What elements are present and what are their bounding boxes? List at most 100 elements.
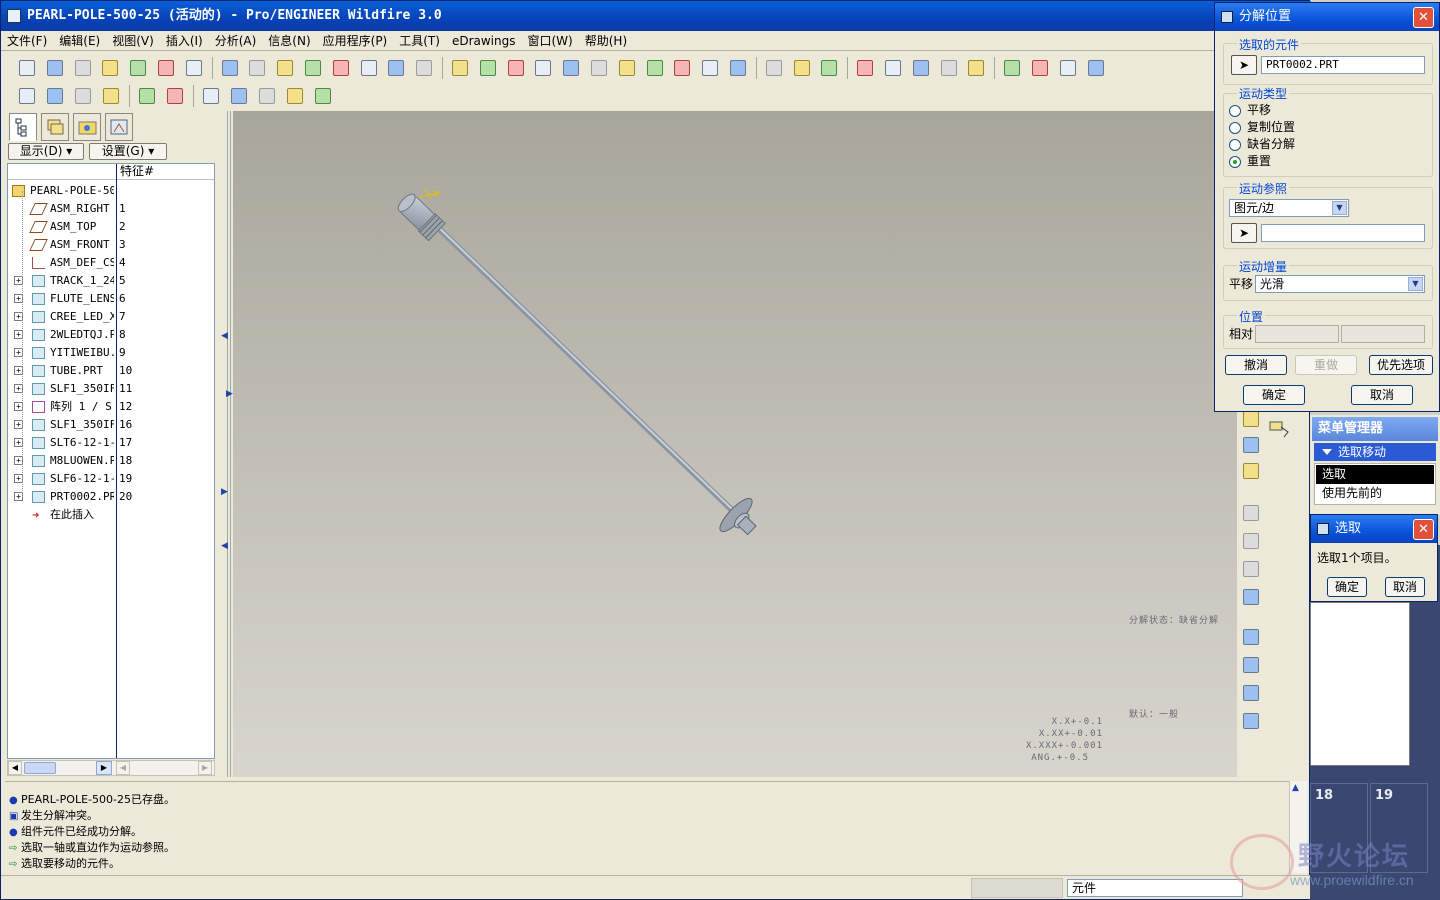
no-hidden-icon[interactable] [909, 56, 933, 80]
layers-tab-icon[interactable] [41, 113, 69, 141]
pattern-icon[interactable] [1239, 625, 1263, 649]
selection-filter-dropdown[interactable]: 元件 [1067, 879, 1243, 897]
paste-icon[interactable] [329, 56, 353, 80]
curve-analysis-icon[interactable] [99, 84, 123, 108]
menu-item[interactable]: 工具(T) [393, 31, 446, 51]
increment-dropdown[interactable]: 光滑 ▼ [1255, 275, 1425, 293]
feature-number-column-header[interactable]: 特征# [116, 164, 214, 180]
wireframe-icon[interactable] [853, 56, 877, 80]
select-move-submenu[interactable]: 选取移动 [1314, 443, 1436, 461]
tree-row[interactable]: PEARL-POLE-500 [8, 182, 214, 200]
select-arrow-icon[interactable]: ➤ [1231, 55, 1257, 75]
tree-row[interactable]: ASM_TOP 2 [8, 218, 214, 236]
measure-icon[interactable] [43, 84, 67, 108]
motion-reference-field[interactable] [1261, 224, 1425, 242]
datum-points-icon[interactable] [1056, 56, 1080, 80]
regenerate-icon[interactable] [384, 56, 408, 80]
new-file-icon[interactable] [15, 56, 39, 80]
motion-type-radio[interactable]: 平移 [1229, 102, 1271, 119]
layers-icon[interactable] [726, 56, 750, 80]
motion-type-radio[interactable]: 复制位置 [1229, 119, 1295, 136]
zoom-in-icon[interactable] [559, 56, 583, 80]
menu-item[interactable]: eDrawings [446, 31, 522, 51]
rib-icon[interactable] [1239, 557, 1263, 581]
favorites-icon[interactable] [105, 113, 133, 141]
redo-icon[interactable] [245, 56, 269, 80]
analysis-icon[interactable] [15, 84, 39, 108]
tree-row[interactable]: + SLT6-12-1- 17 [8, 434, 214, 452]
spin-center-icon[interactable] [476, 56, 500, 80]
preferences-button[interactable]: 优先选项 [1369, 355, 1433, 375]
tree-row[interactable]: + SLF1_350IF 11 [8, 380, 214, 398]
window-activate-icon[interactable] [790, 56, 814, 80]
datum-display-icon[interactable] [964, 56, 988, 80]
datum-axes-icon[interactable] [1028, 56, 1052, 80]
undo-button[interactable]: 撤消 [1225, 355, 1287, 375]
shading-icon[interactable] [937, 56, 961, 80]
radio-circle-icon[interactable] [1229, 139, 1241, 151]
trim-icon[interactable] [1239, 681, 1263, 705]
paste-special-icon[interactable] [357, 56, 381, 80]
motion-reference-dropdown[interactable]: 图元/边 ▼ [1229, 199, 1349, 217]
motion-type-radio[interactable]: 缺省分解 [1229, 136, 1295, 153]
select-ok-button[interactable]: 确定 [1327, 577, 1367, 597]
tree-row[interactable]: ASM_DEF_CS 4 [8, 254, 214, 272]
saved-views-icon[interactable] [670, 56, 694, 80]
note-tag-icon[interactable] [1267, 419, 1293, 441]
tree-row[interactable]: + CREE_LED_X 7 [8, 308, 214, 326]
tree-row[interactable]: ASM_FRONT 3 [8, 236, 214, 254]
menu-item[interactable]: 分析(A) [209, 31, 263, 51]
g-marker-icon[interactable] [283, 84, 307, 108]
hidden-line-icon[interactable] [881, 56, 905, 80]
menu-item[interactable]: 视图(V) [106, 31, 160, 51]
shell-icon[interactable] [1239, 529, 1263, 553]
surface-icon[interactable] [1239, 709, 1263, 733]
refit-icon[interactable] [615, 56, 639, 80]
cancel-button[interactable]: 取消 [1351, 385, 1413, 405]
model-tree-icon[interactable] [762, 56, 786, 80]
backup-icon[interactable] [154, 56, 178, 80]
cut-icon[interactable] [273, 56, 297, 80]
model-tree-tab-icon[interactable] [9, 113, 37, 141]
copy-icon[interactable] [301, 56, 325, 80]
tree-row[interactable]: + TUBE.PRT 10 [8, 362, 214, 380]
r-marker-icon[interactable] [227, 84, 251, 108]
u-marker-icon[interactable] [199, 84, 223, 108]
selected-component-field[interactable]: PRT0002.PRT [1261, 56, 1425, 74]
view-manager-icon[interactable] [643, 56, 667, 80]
mass-props-icon[interactable] [71, 84, 95, 108]
tree-row[interactable]: + 阵列 1 / S 12 [8, 398, 214, 416]
f-marker-icon[interactable] [255, 84, 279, 108]
list-icon[interactable] [135, 84, 159, 108]
hole-icon[interactable] [1239, 501, 1263, 525]
save-copy-icon[interactable] [126, 56, 150, 80]
create-component-icon[interactable] [1239, 459, 1263, 483]
zoom-out-icon[interactable] [587, 56, 611, 80]
color-spectrum-icon[interactable] [163, 84, 187, 108]
panel-splitter[interactable]: ◀ ▶ ▶ ◀ [217, 111, 233, 777]
repaint-icon[interactable] [448, 56, 472, 80]
regen-manager-icon[interactable] [412, 56, 436, 80]
assemble-icon[interactable] [1239, 433, 1263, 457]
mirror-icon[interactable] [1239, 653, 1263, 677]
radio-circle-icon[interactable] [1229, 122, 1241, 134]
menu-item-use-previous[interactable]: 使用先前的 [1316, 484, 1434, 503]
tree-row[interactable]: +2WLEDTQJ.P 8 [8, 326, 214, 344]
folder-browser-icon[interactable] [73, 113, 101, 141]
tree-row[interactable]: + M8LUOWEN.P 18 [8, 452, 214, 470]
open-file-icon[interactable] [43, 56, 67, 80]
appearance-icon[interactable] [698, 56, 722, 80]
pole-model[interactable] [233, 111, 1237, 777]
tree-row[interactable]: + PRT0002.PR 20 [8, 488, 214, 506]
redo-button[interactable]: 重做 [1295, 355, 1357, 375]
menu-item[interactable]: 窗口(W) [522, 31, 579, 51]
tree-row[interactable]: + SLF6-12-1- 19 [8, 470, 214, 488]
tree-row[interactable]: + FLUTE_LENS 6 [8, 290, 214, 308]
csys-icon[interactable] [1084, 56, 1108, 80]
ok-button[interactable]: 确定 [1243, 385, 1305, 405]
menu-item[interactable]: 文件(F) [1, 31, 53, 51]
settings-dropdown[interactable]: 设置(G) ▾ [89, 143, 167, 160]
graphics-window[interactable]: 分解状态：缺省分解 默认：一般 X.X+-0.1 X.XX+-0.01 X.XX… [233, 111, 1237, 777]
motion-type-radio[interactable]: 重置 [1229, 153, 1271, 170]
save-icon[interactable] [98, 56, 122, 80]
